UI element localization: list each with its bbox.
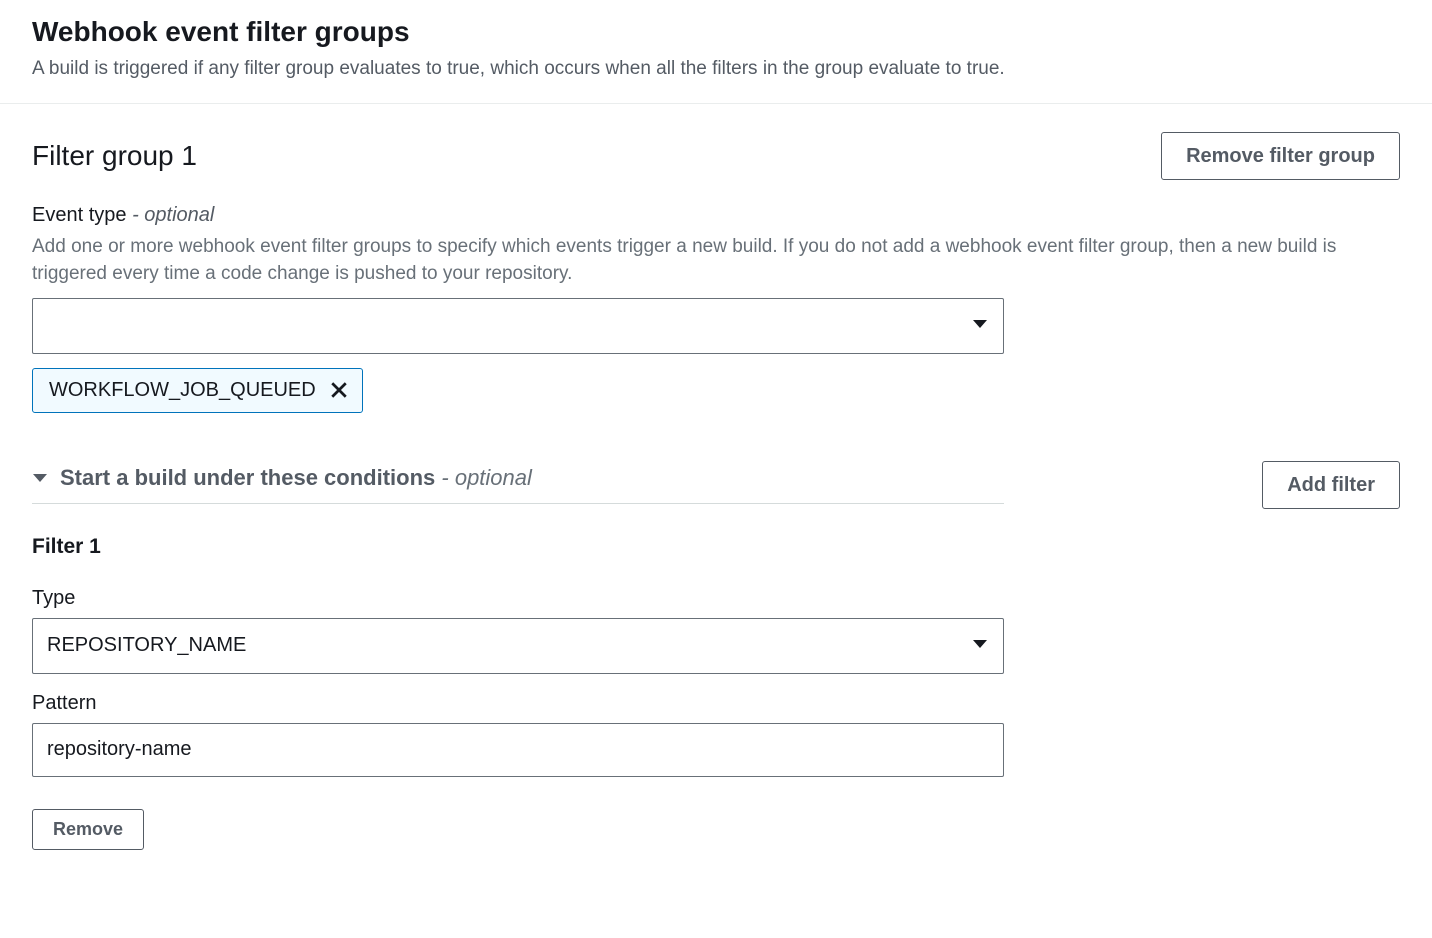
section-header: Webhook event filter groups A build is t… — [0, 0, 1432, 104]
conditions-row: Start a build under these conditions - o… — [32, 461, 1400, 509]
remove-filter-group-button[interactable]: Remove filter group — [1161, 132, 1400, 180]
page-title: Webhook event filter groups — [32, 16, 1400, 48]
filter-pattern-label: Pattern — [32, 692, 1400, 715]
filter-type-select-wrapper[interactable] — [32, 618, 1004, 674]
add-filter-button[interactable]: Add filter — [1262, 461, 1400, 509]
optional-tag: - optional — [441, 465, 532, 490]
page-description: A build is triggered if any filter group… — [32, 56, 1400, 83]
optional-tag: - optional — [132, 204, 214, 226]
event-type-select-wrapper[interactable] — [32, 298, 1004, 354]
filter-type-field: Type — [32, 587, 1400, 674]
filter-title: Filter 1 — [32, 535, 1400, 559]
event-type-select[interactable] — [32, 298, 1004, 354]
event-type-label: Event type — [32, 204, 127, 226]
remove-filter-button[interactable]: Remove — [32, 809, 144, 850]
conditions-heading-toggle[interactable]: Start a build under these conditions - o… — [32, 465, 1004, 504]
close-icon[interactable] — [330, 381, 348, 399]
filter-block: Filter 1 Type Pattern Remove — [32, 535, 1400, 850]
chevron-down-icon — [32, 472, 48, 484]
filter-type-select[interactable] — [32, 618, 1004, 674]
filter-pattern-input[interactable] — [32, 723, 1004, 777]
conditions-heading-text: Start a build under these conditions - o… — [60, 465, 532, 491]
event-type-field: Event type - optional Add one or more we… — [32, 204, 1400, 413]
group-title: Filter group 1 — [32, 140, 197, 172]
event-type-label-row: Event type - optional — [32, 204, 1400, 227]
event-type-help: Add one or more webhook event filter gro… — [32, 233, 1400, 288]
chip-label: WORKFLOW_JOB_QUEUED — [49, 379, 316, 402]
group-header-row: Filter group 1 Remove filter group — [32, 132, 1400, 180]
filter-group-content: Filter group 1 Remove filter group Event… — [0, 104, 1432, 882]
event-type-chip: WORKFLOW_JOB_QUEUED — [32, 368, 363, 413]
filter-pattern-field: Pattern — [32, 692, 1400, 791]
filter-type-label: Type — [32, 587, 1400, 610]
